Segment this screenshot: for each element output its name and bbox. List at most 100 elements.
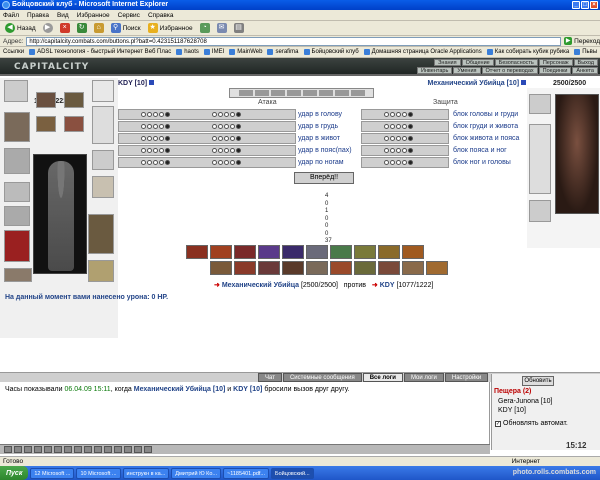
enemy-boots-slot[interactable] xyxy=(529,200,551,222)
radio-dot[interactable] xyxy=(141,124,146,129)
radio-dot[interactable] xyxy=(153,160,158,165)
chat-tool-icon[interactable] xyxy=(74,446,82,453)
chat-player-name[interactable]: KDY xyxy=(233,386,248,393)
chat-tool-icon[interactable] xyxy=(4,446,12,453)
link-item[interactable]: Домашняя страница Oracle Applications xyxy=(363,49,482,55)
radio-dot[interactable] xyxy=(384,112,389,117)
link-item[interactable]: haots xyxy=(176,49,199,55)
action-slot[interactable] xyxy=(286,90,301,96)
radio-dot[interactable] xyxy=(212,148,217,153)
menu-tools[interactable]: Сервис xyxy=(118,12,140,19)
radio-dot[interactable] xyxy=(147,160,152,165)
taskbar-item[interactable]: 10 Microsoft ... xyxy=(76,467,121,479)
radio-dot[interactable] xyxy=(408,148,413,153)
chat-tool-icon[interactable] xyxy=(14,446,22,453)
info-icon[interactable] xyxy=(149,80,154,85)
start-button[interactable]: Пуск xyxy=(0,466,29,480)
radio-dot[interactable] xyxy=(153,112,158,117)
block-head-chest-label[interactable]: блок головы и груди xyxy=(453,111,518,118)
radio-dot[interactable] xyxy=(165,136,170,141)
nav-skills[interactable]: Умения xyxy=(453,67,481,74)
block-belly-belt-label[interactable]: блок живота и пояса xyxy=(453,135,519,142)
radio-dot[interactable] xyxy=(153,136,158,141)
menu-edit[interactable]: Правка xyxy=(27,12,49,19)
taskbar-item[interactable]: инструкн в ка... xyxy=(122,467,170,479)
radio-dot[interactable] xyxy=(224,124,229,129)
shield-slot[interactable] xyxy=(92,106,114,144)
radio-dot[interactable] xyxy=(402,148,407,153)
radio-dot[interactable] xyxy=(408,124,413,129)
close-button[interactable]: × xyxy=(590,1,598,9)
pants-slot[interactable] xyxy=(92,150,114,170)
taskbar-item[interactable]: 12 Microsoft ... xyxy=(30,467,75,479)
link-item[interactable]: MainWeb xyxy=(229,49,262,55)
belt-slot[interactable] xyxy=(4,206,30,226)
radio-dot[interactable] xyxy=(236,148,241,153)
radio-dot[interactable] xyxy=(224,112,229,117)
spell-icon[interactable] xyxy=(210,261,232,275)
spell-icon[interactable] xyxy=(402,261,424,275)
chat-tool-icon[interactable] xyxy=(114,446,122,453)
menu-file[interactable]: Файл xyxy=(3,12,19,19)
radio-dot[interactable] xyxy=(230,112,235,117)
action-slot[interactable] xyxy=(238,90,253,96)
radio-dot[interactable] xyxy=(408,136,413,141)
block-belt-legs-label[interactable]: блок пояса и ног xyxy=(453,147,507,154)
radio-dot[interactable] xyxy=(165,148,170,153)
radio-dot[interactable] xyxy=(141,160,146,165)
gloves-slot[interactable] xyxy=(64,116,84,132)
weapon-slot[interactable] xyxy=(4,148,30,174)
radio-dot[interactable] xyxy=(396,160,401,165)
history-button[interactable]: ◔ xyxy=(198,22,212,35)
action-slot[interactable] xyxy=(350,90,365,96)
radio-dot[interactable] xyxy=(141,148,146,153)
spell-icon[interactable] xyxy=(306,245,328,259)
chat-tool-icon[interactable] xyxy=(64,446,72,453)
chat-tool-icon[interactable] xyxy=(134,446,142,453)
print-button[interactable]: ▤ xyxy=(232,22,246,35)
nav-inventory[interactable]: Инвентарь xyxy=(416,67,453,74)
radio-dot[interactable] xyxy=(159,148,164,153)
radio-dot[interactable] xyxy=(212,136,217,141)
tab-all-logs[interactable]: Все логи xyxy=(362,373,403,382)
radio-dot[interactable] xyxy=(390,148,395,153)
menu-favorites[interactable]: Избранное xyxy=(77,12,110,19)
radio-dot[interactable] xyxy=(147,124,152,129)
radio-dot[interactable] xyxy=(230,124,235,129)
nav-security[interactable]: Безопасность xyxy=(494,59,538,66)
link-item[interactable]: Бойцовский клуб xyxy=(303,49,359,55)
spell-icon[interactable] xyxy=(258,261,280,275)
maximize-button[interactable]: □ xyxy=(581,1,589,9)
taskbar-item[interactable]: Бойцовский... xyxy=(271,467,314,479)
radio-dot[interactable] xyxy=(218,160,223,165)
radio-dot[interactable] xyxy=(218,148,223,153)
online-player[interactable]: Gera-Junona [10] xyxy=(498,398,552,405)
player-name[interactable]: KDY [10] xyxy=(118,80,154,87)
boots-slot[interactable] xyxy=(4,268,32,282)
radio-dot[interactable] xyxy=(396,112,401,117)
nav-profile[interactable]: Анкета xyxy=(572,67,598,74)
bracer-slot[interactable] xyxy=(4,182,30,202)
action-slot[interactable] xyxy=(254,90,269,96)
radio-dot[interactable] xyxy=(236,136,241,141)
nav-knowledge[interactable]: Знания xyxy=(434,59,461,66)
radio-dot[interactable] xyxy=(224,148,229,153)
forward-button[interactable]: ▶ xyxy=(41,22,55,35)
spell-icon[interactable] xyxy=(330,245,352,259)
spell-icon[interactable] xyxy=(282,261,304,275)
shoes-slot[interactable] xyxy=(88,260,114,282)
spell-icon[interactable] xyxy=(234,245,256,259)
spell-icon[interactable] xyxy=(354,261,376,275)
radio-dot[interactable] xyxy=(159,160,164,165)
radio-dot[interactable] xyxy=(153,148,158,153)
auto-refresh-checkbox[interactable]: ✓ Обновлять автомат. xyxy=(495,420,568,427)
attack-chest-label[interactable]: удар в грудь xyxy=(298,123,338,130)
attack-belly-label[interactable]: удар в живот xyxy=(298,135,340,142)
vs-player-name[interactable]: KDY xyxy=(380,282,395,289)
radio-dot[interactable] xyxy=(390,160,395,165)
forward-button[interactable]: Вперёд!! xyxy=(294,172,354,184)
link-item[interactable]: IMEI xyxy=(203,49,224,55)
chat-tool-icon[interactable] xyxy=(44,446,52,453)
spell-icon[interactable] xyxy=(354,245,376,259)
leggings-slot[interactable] xyxy=(88,214,114,254)
